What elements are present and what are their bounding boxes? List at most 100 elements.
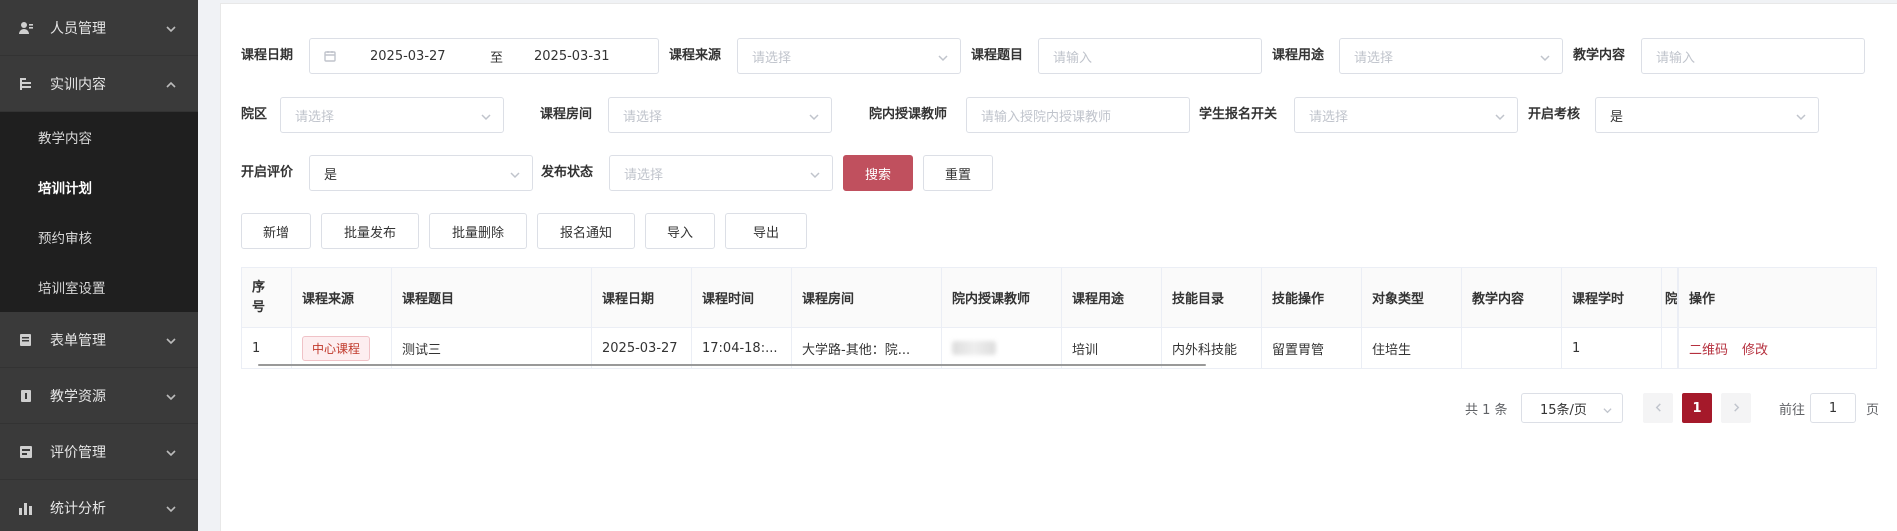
cell-teacher: [942, 328, 1062, 368]
chevron-right-icon: [1732, 401, 1741, 416]
chevron-down-icon: [166, 334, 176, 345]
sidebar-subitem-teaching-content[interactable]: 教学内容: [0, 112, 198, 162]
bar-chart-icon: [18, 500, 34, 516]
exam-switch-select[interactable]: 是: [1595, 97, 1819, 133]
sidebar-item-personnel[interactable]: 人员管理: [0, 0, 198, 56]
source-tag: 中心课程: [302, 335, 371, 361]
teaching-content-placeholder: 请输入: [1656, 50, 1696, 66]
col-header-ops: 操作: [1678, 268, 1876, 327]
sidebar-item-label: 教学资源: [50, 388, 106, 405]
campus-select[interactable]: 请选择: [280, 97, 504, 133]
next-page-button[interactable]: [1721, 393, 1751, 423]
course-date-start[interactable]: 2025-03-27: [370, 49, 490, 64]
chevron-left-icon: [1654, 401, 1663, 416]
sidebar-item-training-content[interactable]: 实训内容: [0, 56, 198, 112]
sidebar-item-evaluation[interactable]: 评价管理: [0, 424, 198, 480]
sidebar-item-teaching-resources[interactable]: 教学资源: [0, 368, 198, 424]
enroll-switch-label: 学生报名开关: [1199, 107, 1278, 122]
publish-status-label: 发布状态: [541, 165, 594, 180]
sidebar-subitem-training-plan[interactable]: 培训计划: [0, 162, 198, 212]
chevron-up-icon: [166, 78, 176, 88]
batch-publish-button[interactable]: 批量发布: [321, 213, 419, 249]
cell-index: 1: [242, 328, 292, 368]
col-header-room: 课程房间: [792, 268, 942, 327]
col-header-source: 课程来源: [292, 268, 392, 327]
chevron-down-icon: [166, 22, 176, 33]
goto-page-input[interactable]: 1: [1810, 393, 1856, 423]
col-header-index: 序 号: [242, 268, 292, 327]
col-header-content: 教学内容: [1462, 268, 1562, 327]
enroll-switch-placeholder: 请选择: [1309, 109, 1349, 125]
page-number-current[interactable]: 1: [1682, 393, 1712, 423]
cell-ops: 二维码 修改: [1678, 328, 1876, 368]
user-icon: [18, 20, 34, 36]
course-source-label: 课程来源: [669, 48, 722, 63]
sidebar-item-label: 评价管理: [50, 444, 106, 461]
cell-source: 中心课程: [292, 328, 392, 368]
cell-skill-op: 留置胃管: [1262, 328, 1362, 368]
table-header: 序 号 课程来源 课程题目 课程日期 课程时间 课程房间 院内授课教师 课程用途…: [242, 268, 1876, 328]
batch-delete-button[interactable]: 批量删除: [429, 213, 527, 249]
course-source-select[interactable]: 请选择: [737, 38, 961, 74]
cell-usage: 培训: [1062, 328, 1162, 368]
filter-row-1: 课程日期 2025-03-27 至 2025-03-31 课程来源 请选择 课程…: [221, 38, 1897, 74]
course-room-placeholder: 请选择: [623, 109, 663, 125]
enroll-notice-button[interactable]: 报名通知: [537, 213, 635, 249]
enroll-switch-select[interactable]: 请选择: [1294, 97, 1518, 133]
sidebar-subitem-booking-review[interactable]: 预约审核: [0, 212, 198, 262]
cell-content: [1462, 328, 1562, 368]
pagination-total: 共 1 条: [1465, 402, 1508, 418]
chevron-down-icon: [510, 169, 520, 179]
course-usage-select[interactable]: 请选择: [1339, 38, 1563, 74]
chevron-down-icon: [1540, 52, 1550, 62]
sidebar-item-form-management[interactable]: 表单管理: [0, 312, 198, 368]
cell-skill-dir: 内外科技能: [1162, 328, 1262, 368]
export-button[interactable]: 导出: [725, 213, 807, 249]
course-room-label: 课程房间: [540, 107, 593, 122]
calendar-icon: [324, 50, 336, 62]
sidebar-item-statistics[interactable]: 统计分析: [0, 480, 198, 531]
col-header-usage: 课程用途: [1062, 268, 1162, 327]
course-usage-label: 课程用途: [1272, 48, 1325, 63]
filter-row-2: 院区 请选择 课程房间 请选择 院内授课教师 请输入授院内授课教师 学生报名开关…: [221, 97, 1897, 133]
prev-page-button[interactable]: [1643, 393, 1673, 423]
chevron-down-icon: [810, 169, 820, 179]
chevron-down-icon: [938, 52, 948, 62]
table-horizontal-scrollbar[interactable]: [258, 364, 1206, 366]
col-header-extra: 院: [1662, 268, 1678, 327]
course-date-end[interactable]: 2025-03-31: [534, 49, 610, 64]
qr-code-link[interactable]: 二维码: [1689, 339, 1728, 358]
goto-prefix: 前往: [1779, 402, 1806, 418]
add-button[interactable]: 新增: [241, 213, 311, 249]
teaching-content-input[interactable]: 请输入: [1641, 38, 1865, 74]
col-header-title: 课程题目: [392, 268, 592, 327]
eval-switch-value: 是: [324, 167, 338, 183]
redacted-teacher-name: [952, 341, 996, 355]
eval-switch-select[interactable]: 是: [309, 155, 533, 191]
course-date-label: 课程日期: [241, 48, 294, 63]
edit-link[interactable]: 修改: [1742, 339, 1768, 358]
teacher-input[interactable]: 请输入授院内授课教师: [966, 97, 1190, 133]
search-button[interactable]: 搜索: [843, 155, 913, 191]
sidebar-item-label: 人员管理: [50, 20, 106, 37]
course-title-input[interactable]: 请输入: [1038, 38, 1262, 74]
course-room-select[interactable]: 请选择: [608, 97, 832, 133]
col-header-time: 课程时间: [692, 268, 792, 327]
import-button[interactable]: 导入: [645, 213, 715, 249]
chevron-down-icon: [166, 502, 176, 513]
teacher-label: 院内授课教师: [869, 107, 948, 122]
rating-icon: [18, 444, 34, 460]
chevron-down-icon: [166, 446, 176, 457]
exam-switch-value: 是: [1610, 109, 1624, 125]
publish-status-placeholder: 请选择: [624, 167, 664, 183]
course-usage-placeholder: 请选择: [1354, 50, 1394, 66]
col-header-skill-dir: 技能目录: [1162, 268, 1262, 327]
publish-status-select[interactable]: 请选择: [609, 155, 833, 191]
reset-button[interactable]: 重置: [923, 155, 993, 191]
course-date-range-picker[interactable]: 2025-03-27 至 2025-03-31: [309, 38, 659, 74]
course-title-label: 课程题目: [971, 48, 1024, 63]
page-size-select[interactable]: 15条/页: [1521, 393, 1623, 423]
cell-extra: [1662, 328, 1678, 368]
sidebar-subitem-room-settings[interactable]: 培训室设置: [0, 262, 198, 312]
course-date-separator: 至: [490, 50, 504, 66]
